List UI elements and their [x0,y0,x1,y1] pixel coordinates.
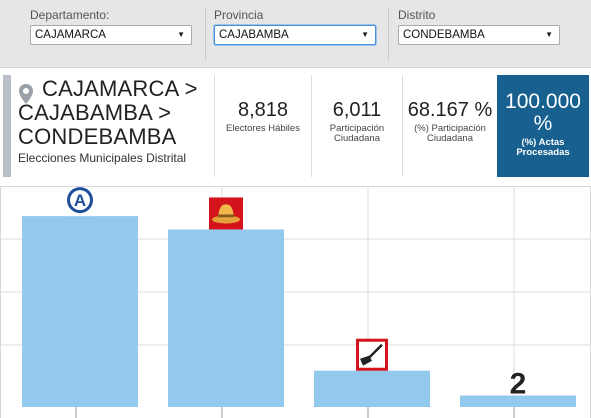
stat-actas-procesadas: 100.000 % (%) Actas Procesadas [497,75,589,177]
stat-label: (%) Actas Procesadas [516,137,570,158]
stat-label: Participación Ciudadana [329,123,385,144]
bar-chart: A2 [1,187,590,418]
departamento-label: Departamento: [30,8,110,22]
location-title-block: CAJAMARCA > CAJABAMBA > CONDEBAMBA Elecc… [18,76,214,166]
departamento-value: CAJAMARCA [35,29,106,41]
stat-value: 68.167 % [407,99,493,121]
location-summary-card: CAJAMARCA > CAJABAMBA > CONDEBAMBA Elecc… [0,75,591,177]
location-title-line-3: CONDEBAMBA [18,124,177,149]
chevron-down-icon: ▼ [545,30,553,39]
stat-electores: 8,818 Electores Hábiles [215,75,311,177]
distrito-filter: Distrito CONDEBAMBA ▼ [398,8,560,45]
chevron-down-icon: ▼ [361,30,369,39]
filter-bar: Departamento: CAJAMARCA ▼ Provincia CAJA… [0,0,591,68]
filter-divider [205,8,206,60]
stat-value: 6,011 [332,99,382,121]
provincia-label: Provincia [214,8,264,22]
accent-bar [3,75,11,177]
provincia-select[interactable]: CAJABAMBA ▼ [214,25,376,45]
chevron-down-icon: ▼ [177,30,185,39]
shovel-logo-icon [356,338,388,371]
location-pin-icon [19,84,33,104]
svg-text:A: A [74,191,86,210]
number-2-logo-icon: 2 [510,368,527,401]
results-chart: A2 [0,186,591,418]
stat-label: Electores Hábiles [226,123,300,134]
election-type: Elecciones Municipales Distrital [18,151,187,165]
distrito-select[interactable]: CONDEBAMBA ▼ [398,25,560,45]
departamento-select[interactable]: CAJAMARCA ▼ [30,25,192,45]
location-title-line-2: CAJABAMBA > [18,100,172,125]
bar-1 [22,216,138,407]
bar-3 [314,370,430,407]
svg-text:2: 2 [510,368,527,401]
provincia-filter: Provincia CAJABAMBA ▼ [214,8,376,45]
distrito-value: CONDEBAMBA [403,29,485,41]
stat-participacion-pct: 68.167 % (%) Participación Ciudadana [403,75,497,177]
letter-a-logo-icon: A [64,187,96,217]
stat-label: (%) Participación Ciudadana [414,123,486,144]
departamento-filter: Departamento: CAJAMARCA ▼ [30,8,192,45]
stat-participacion: 6,011 Participación Ciudadana [312,75,402,177]
stat-value: 8,818 [237,99,289,121]
provincia-value: CAJABAMBA [219,29,289,41]
location-title-line-1: CAJAMARCA > [42,76,198,101]
distrito-label: Distrito [398,8,436,22]
stat-value: 100.000 % [505,90,581,135]
bar-2 [168,229,284,407]
hat-logo-icon [209,197,243,230]
filter-divider [388,8,389,60]
